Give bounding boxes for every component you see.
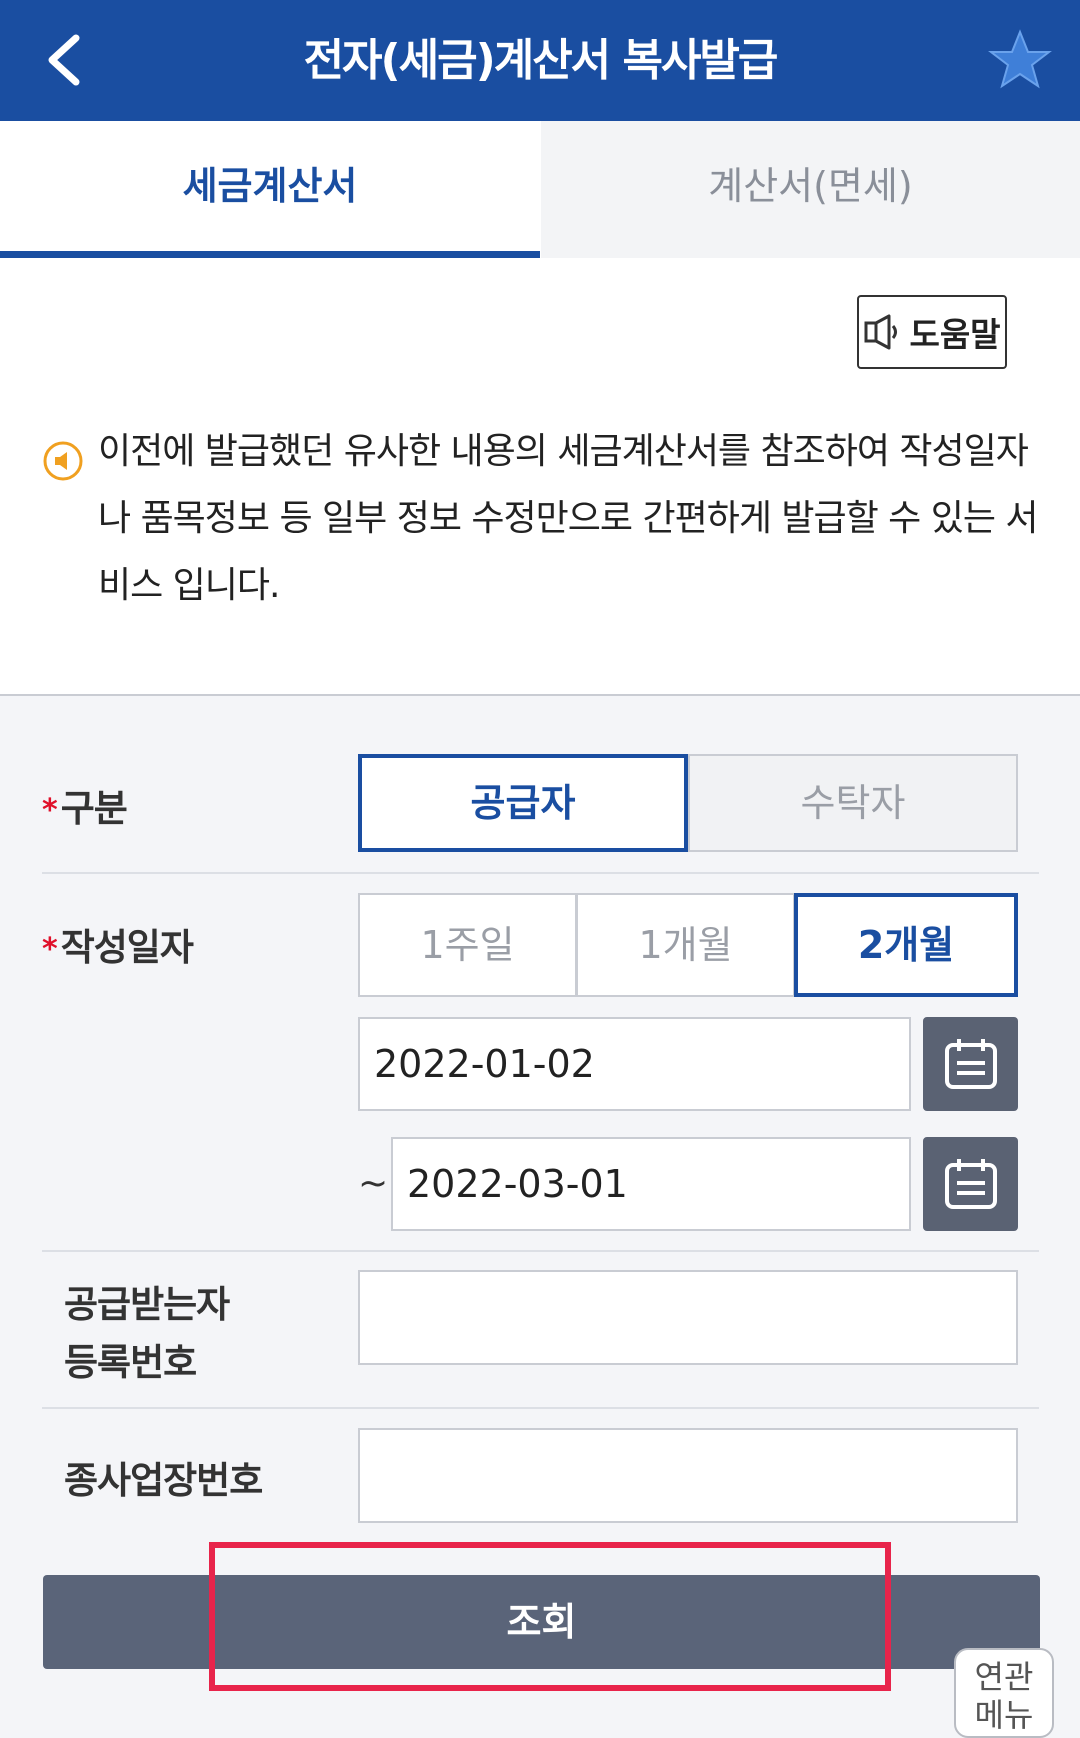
divider (42, 1407, 1039, 1409)
help-button-label: 도움말 (909, 315, 1001, 354)
start-date-input[interactable] (358, 1017, 911, 1111)
branch-no-label: 종사업장번호 (64, 1459, 263, 1502)
receiver-reg-input[interactable] (358, 1270, 1018, 1365)
required-mark: * (42, 932, 58, 967)
calendar-icon (944, 1039, 997, 1089)
highlight-box (209, 1542, 891, 1691)
period-1month[interactable]: 1개월 (576, 893, 795, 997)
divider (42, 1250, 1039, 1252)
period-1week[interactable]: 1주일 (358, 893, 577, 997)
notice-speaker-icon (43, 441, 83, 481)
start-date-calendar-button[interactable] (923, 1017, 1018, 1111)
type-option-supplier[interactable]: 공급자 (358, 754, 688, 852)
end-date-input[interactable] (391, 1137, 911, 1231)
type-option-trustee[interactable]: 수탁자 (688, 754, 1018, 852)
end-date-calendar-button[interactable] (923, 1137, 1018, 1231)
speaker-icon (864, 314, 898, 350)
help-button[interactable]: 도움말 (857, 295, 1007, 369)
period-2months[interactable]: 2개월 (794, 893, 1018, 997)
info-section: 도움말 이전에 발급했던 유사한 내용의 세금계산서를 참조하여 작성일자나 품… (0, 258, 1080, 696)
required-mark: * (42, 793, 58, 828)
top-app-bar: 전자(세금)계산서 복사발급 (0, 0, 1080, 121)
date-label: * 작성일자 (42, 926, 194, 969)
type-label: * 구분 (42, 787, 128, 830)
branch-no-input[interactable] (358, 1428, 1018, 1523)
tab-invoice-exempt[interactable]: 계산서(면세) (541, 121, 1080, 258)
calendar-icon (944, 1159, 997, 1209)
tab-bar: 세금계산서 계산서(면세) (0, 121, 1080, 258)
date-range-tilde: ~ (358, 1163, 389, 1204)
divider (42, 872, 1039, 874)
favorite-star-icon[interactable] (988, 28, 1052, 92)
notice-text: 이전에 발급했던 유사한 내용의 세금계산서를 참조하여 작성일자나 품목정보 … (98, 431, 1039, 606)
tab-tax-invoice[interactable]: 세금계산서 (0, 121, 540, 258)
page-title: 전자(세금)계산서 복사발급 (303, 35, 779, 86)
receiver-reg-label: 공급받는자 등록번호 (64, 1283, 230, 1384)
